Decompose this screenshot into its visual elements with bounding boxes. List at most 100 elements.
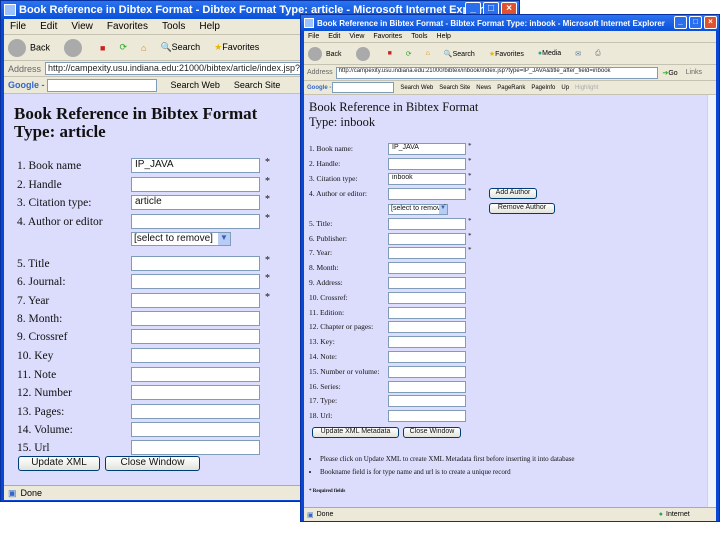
field-input[interactable] (388, 247, 466, 259)
google-search-input[interactable] (46, 78, 157, 92)
chevron-down-icon: ▼ (439, 205, 447, 214)
field-input[interactable] (131, 214, 260, 229)
back-button[interactable]: Back (8, 38, 50, 57)
field-label: 4. Author or editor: (309, 189, 367, 198)
update-xml-metadata-button[interactable]: Update XML Metadata (312, 427, 399, 438)
field-input[interactable] (388, 158, 466, 170)
home-button[interactable]: ⌂ (141, 43, 146, 53)
minimize-button[interactable]: _ (674, 16, 687, 29)
field-input[interactable] (131, 274, 260, 289)
ie-window-inbook: Book Reference in Bibtex Format - Bibtex… (300, 14, 720, 522)
field-input[interactable] (131, 311, 260, 326)
field-input[interactable] (131, 329, 260, 344)
mail-button[interactable]: ✉ (575, 50, 581, 58)
field-input[interactable] (131, 177, 260, 192)
refresh-button[interactable]: ⟳ (119, 42, 127, 53)
field-input[interactable] (388, 292, 466, 304)
menu-file[interactable]: File (308, 33, 319, 40)
google-logo[interactable]: Google - (8, 80, 45, 90)
menu-edit[interactable]: Edit (40, 21, 57, 32)
required-marker: * (468, 246, 472, 254)
title-bar[interactable]: Book Reference in Bibtex Format - Bibtex… (301, 15, 719, 31)
home-button[interactable]: ⌂ (426, 50, 430, 57)
print-button[interactable]: ⎙ (595, 50, 601, 58)
address-input[interactable]: http://campexity.usu.indiana.edu:21000/b… (335, 66, 659, 79)
close-button[interactable]: × (704, 16, 717, 29)
field-input[interactable] (388, 218, 466, 230)
field-input[interactable] (388, 366, 466, 378)
remove-author-button[interactable]: Remove Author (489, 203, 555, 214)
field-input[interactable] (131, 367, 260, 382)
field-input[interactable] (388, 277, 466, 289)
field-input[interactable] (388, 351, 466, 363)
menu-help[interactable]: Help (437, 33, 451, 40)
vertical-scrollbar[interactable] (707, 95, 716, 507)
menu-view[interactable]: View (349, 33, 364, 40)
maximize-button[interactable]: □ (689, 16, 702, 29)
field-input[interactable]: inbook (388, 173, 466, 185)
menu-tools[interactable]: Tools (411, 33, 427, 40)
field-input[interactable] (131, 348, 260, 363)
field-input[interactable] (131, 440, 260, 455)
add-author-button[interactable]: Add Author (489, 188, 537, 199)
media-button[interactable]: ●Media (538, 50, 561, 57)
search-button[interactable]: 🔍Search (160, 42, 200, 53)
close-window-button[interactable]: Close Window (105, 456, 200, 471)
news-button[interactable]: News (476, 85, 491, 91)
field-input[interactable] (388, 410, 466, 422)
required-marker: * (468, 187, 472, 195)
field-input[interactable]: article (131, 195, 260, 210)
field-input[interactable] (388, 262, 466, 274)
status-bar: ▣ Done ● Internet (304, 507, 716, 521)
field-input[interactable] (388, 395, 466, 407)
menu-favorites[interactable]: Favorites (373, 33, 402, 40)
field-input[interactable] (131, 404, 260, 419)
go-button[interactable]: ➔Go (662, 69, 677, 77)
pagerank-indicator[interactable]: PageRank (497, 85, 525, 91)
back-button[interactable]: Back (308, 46, 342, 61)
field-input[interactable] (131, 385, 260, 400)
field-input[interactable] (388, 233, 466, 245)
up-button[interactable]: Up (561, 85, 569, 91)
menu-file[interactable]: File (10, 21, 26, 32)
links-button[interactable]: Links (686, 69, 702, 76)
update-xml-button[interactable]: Update XML (18, 456, 100, 471)
field-input[interactable] (131, 256, 260, 271)
required-fields-note: * Required fields (309, 489, 346, 494)
menu-favorites[interactable]: Favorites (107, 21, 148, 32)
menu-help[interactable]: Help (199, 21, 220, 32)
favorites-button[interactable]: ★Favorites (214, 42, 259, 53)
menu-edit[interactable]: Edit (328, 33, 340, 40)
author-remove-select[interactable]: [select to remove] ▼ (388, 204, 448, 215)
google-search-input[interactable] (332, 82, 395, 93)
refresh-button[interactable]: ⟳ (406, 50, 412, 58)
field-input[interactable]: IP_JAVA (131, 158, 260, 173)
field-input[interactable] (131, 422, 260, 437)
search-web-button[interactable]: Search Web (171, 80, 220, 90)
close-window-button[interactable]: Close Window (403, 427, 461, 438)
field-input[interactable]: IP_JAVA (388, 143, 466, 155)
search-site-button[interactable]: Search Site (234, 80, 281, 90)
highlight-button[interactable]: Highlight (575, 85, 598, 91)
author-remove-select[interactable]: [select to remove] ▼ (131, 232, 231, 246)
forward-button[interactable] (355, 46, 374, 61)
search-site-button[interactable]: Search Site (439, 85, 470, 91)
favorites-button[interactable]: ★Favorites (489, 50, 524, 58)
google-logo[interactable]: Google - (307, 85, 331, 91)
field-input[interactable] (388, 336, 466, 348)
field-input[interactable] (388, 381, 466, 393)
stop-button[interactable]: ■ (100, 43, 105, 53)
menu-view[interactable]: View (71, 21, 93, 32)
field-input[interactable] (388, 307, 466, 319)
field-input[interactable] (131, 293, 260, 308)
field-label: 2. Handle: (309, 159, 341, 168)
field-input[interactable] (388, 188, 466, 200)
field-input[interactable] (388, 321, 466, 333)
field-label: 1. Book name (17, 160, 82, 172)
stop-button[interactable]: ■ (388, 50, 392, 57)
menu-tools[interactable]: Tools (162, 21, 185, 32)
forward-button[interactable] (64, 38, 86, 57)
search-web-button[interactable]: Search Web (400, 85, 433, 91)
search-button[interactable]: 🔍Search (444, 50, 475, 58)
pageinfo-button[interactable]: PageInfo (531, 85, 555, 91)
